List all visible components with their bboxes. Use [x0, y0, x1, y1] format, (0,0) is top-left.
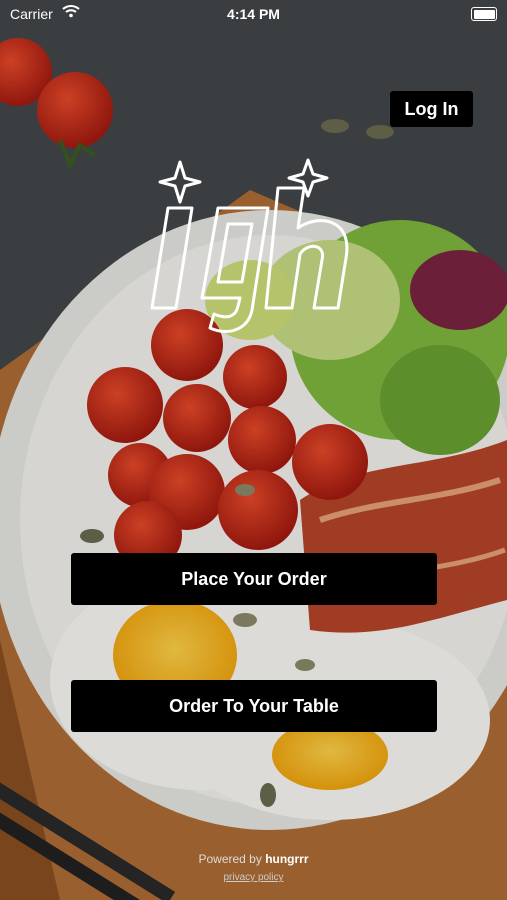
battery-icon [471, 7, 497, 21]
order-to-table-button[interactable]: Order To Your Table [71, 680, 437, 732]
status-bar: Carrier 4:14 PM [0, 0, 507, 30]
powered-by: Powered by hungrrr [0, 852, 507, 866]
brand-name: hungrrr [265, 852, 309, 866]
login-button[interactable]: Log In [390, 91, 473, 127]
place-order-button[interactable]: Place Your Order [71, 553, 437, 605]
privacy-policy-link[interactable]: privacy policy [0, 872, 507, 883]
background-photo [0, 0, 507, 900]
clock-time: 4:14 PM [227, 6, 280, 22]
powered-by-label: Powered by [198, 852, 262, 866]
food-photo-illustration [0, 0, 507, 900]
restaurant-logo [150, 158, 349, 333]
